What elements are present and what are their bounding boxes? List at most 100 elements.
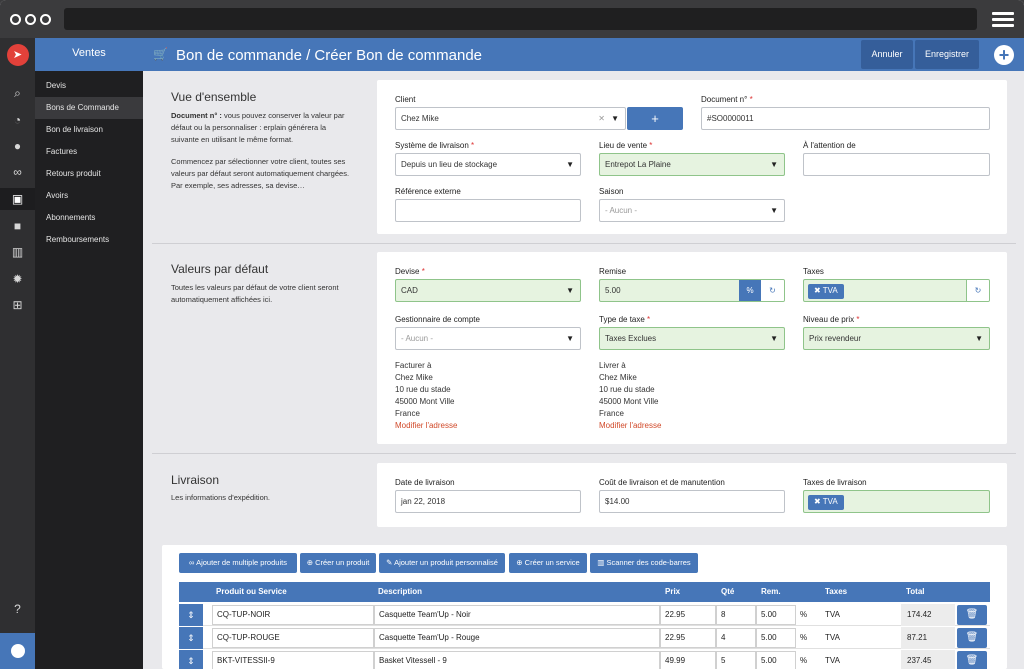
- sidebar-item-bon-de-livraison[interactable]: Bon de livraison: [35, 119, 143, 141]
- cart-icon[interactable]: ▣: [0, 188, 35, 210]
- help-icon[interactable]: ?: [0, 598, 35, 620]
- shipping-cost-input[interactable]: $14.00: [599, 490, 785, 513]
- tax-type-label: Type de taxe *: [599, 315, 650, 324]
- cancel-button[interactable]: Annuler: [861, 40, 913, 69]
- delivery-date-input[interactable]: jan 22, 2018: [395, 490, 581, 513]
- price-input[interactable]: 22.95: [660, 605, 716, 625]
- refresh-icon[interactable]: ↻: [761, 280, 784, 301]
- price-input[interactable]: 22.95: [660, 628, 716, 648]
- chevron-down-icon: ▼: [611, 114, 619, 123]
- discount-input[interactable]: 5.00: [756, 651, 796, 669]
- billing-label: Facturer à: [395, 361, 432, 370]
- trash-icon[interactable]: 🗑: [957, 628, 987, 648]
- button-label: Créer un produit: [315, 558, 370, 567]
- account-manager-select[interactable]: - Aucun - ▼: [395, 327, 581, 350]
- add-multiple-products-button[interactable]: ∞ Ajouter de multiple produits: [179, 553, 297, 573]
- shipping-system-select[interactable]: Depuis un lieu de stockage ▼: [395, 153, 581, 176]
- quantity-input[interactable]: 5: [716, 651, 756, 669]
- description-input[interactable]: Casquette Team'Up - Rouge: [374, 628, 660, 648]
- document-number-input[interactable]: #SO0000011: [701, 107, 990, 130]
- users-icon[interactable]: ●: [0, 135, 35, 157]
- shipping-cost-label: Coût de livraison et de manutention: [599, 478, 725, 487]
- edit-shipping-address-link[interactable]: Modifier l'adresse: [599, 420, 661, 432]
- product-code-input[interactable]: BKT-VITESSII-9: [212, 651, 374, 669]
- sidebar-item-retours-produit[interactable]: Retours produit: [35, 163, 143, 185]
- window-close-button[interactable]: [10, 14, 21, 25]
- column-header: Produit ou Service: [216, 587, 287, 596]
- app-logo[interactable]: ➤: [0, 38, 35, 71]
- product-code-input[interactable]: CQ-TUP-NOIR: [212, 605, 374, 625]
- tax-type-select[interactable]: Taxes Exclues ▼: [599, 327, 785, 350]
- hamburger-menu-icon[interactable]: [992, 12, 1014, 27]
- window-minimize-button[interactable]: [25, 14, 36, 25]
- price-input[interactable]: 49.99: [660, 651, 716, 669]
- shipping-label: Livrer à: [599, 361, 626, 370]
- external-ref-input[interactable]: [395, 199, 581, 222]
- edit-billing-address-link[interactable]: Modifier l'adresse: [395, 420, 457, 432]
- gear-icon[interactable]: ✹: [0, 268, 35, 290]
- window-maximize-button[interactable]: [40, 14, 51, 25]
- chart-icon[interactable]: ▥: [0, 241, 35, 263]
- sale-place-select[interactable]: Entrepot La Plaine ▼: [599, 153, 785, 176]
- dashboard-icon[interactable]: ◔: [0, 109, 35, 131]
- sidebar-item-abonnements[interactable]: Abonnements: [35, 207, 143, 229]
- drag-handle-icon[interactable]: ⇕: [179, 604, 203, 626]
- clear-icon[interactable]: ✕: [598, 108, 605, 129]
- client-select[interactable]: Chez Mike ✕ ▼: [395, 107, 626, 130]
- bikes-icon[interactable]: ∞: [0, 161, 35, 183]
- add-client-button[interactable]: +: [627, 107, 683, 130]
- price-level-select[interactable]: Prix revendeur ▼: [803, 327, 990, 350]
- create-service-button[interactable]: ⊕ Créer un service: [509, 553, 587, 573]
- shipping-system-label: Système de livraison *: [395, 141, 474, 150]
- season-select[interactable]: - Aucun - ▼: [599, 199, 785, 222]
- currency-label-text: Devise: [395, 267, 420, 276]
- drag-handle-icon[interactable]: ⇕: [179, 627, 203, 649]
- sidebar-item-factures[interactable]: Factures: [35, 141, 143, 163]
- taxes-label: Taxes: [803, 267, 824, 276]
- trash-icon[interactable]: 🗑: [957, 605, 987, 625]
- create-product-button[interactable]: ⊕ Créer un produit: [300, 553, 376, 573]
- trash-icon[interactable]: 🗑: [957, 651, 987, 669]
- discount-value: 5.00: [605, 286, 621, 295]
- currency-select[interactable]: CAD ▼: [395, 279, 581, 302]
- sidebar-item-devis[interactable]: Devis: [35, 75, 143, 97]
- drag-handle-icon[interactable]: ⇕: [179, 650, 203, 669]
- sidebar-item-bons-de-commande[interactable]: Bons de Commande: [35, 97, 143, 119]
- discount-input[interactable]: 5.00: [756, 628, 796, 648]
- attention-input[interactable]: [803, 153, 990, 176]
- search-icon[interactable]: ⌕: [0, 82, 35, 104]
- shipping-tax-select[interactable]: ✖ TVA: [803, 490, 990, 513]
- address-bar[interactable]: [64, 8, 977, 30]
- discount-input[interactable]: 5.00: [756, 605, 796, 625]
- client-label: Client: [395, 95, 416, 104]
- sitemap-icon[interactable]: ⊞: [0, 294, 35, 316]
- refresh-icon[interactable]: ↻: [966, 280, 989, 301]
- add-icon[interactable]: +: [994, 45, 1014, 65]
- taxes-select[interactable]: ✖ TVA ↻: [803, 279, 990, 302]
- shipping-system-value: Depuis un lieu de stockage: [401, 160, 498, 169]
- add-custom-product-button[interactable]: ✎ Ajouter un produit personnalisé: [379, 553, 505, 573]
- quantity-input[interactable]: 4: [716, 628, 756, 648]
- tag-remove-icon[interactable]: ✖: [814, 286, 821, 295]
- tax-tag[interactable]: ✖ TVA: [808, 284, 844, 299]
- description-input[interactable]: Casquette Team'Up - Noir: [374, 605, 660, 625]
- quantity-input[interactable]: 8: [716, 605, 756, 625]
- sidebar-item-remboursements[interactable]: Remboursements: [35, 229, 143, 251]
- scan-barcodes-button[interactable]: ▥ Scanner des code-barres: [590, 553, 698, 573]
- table-row: ⇕ CQ-TUP-NOIR Casquette Team'Up - Noir 2…: [179, 604, 990, 626]
- percent-unit[interactable]: %: [739, 280, 761, 301]
- truck-icon[interactable]: ■: [0, 215, 35, 237]
- description-input[interactable]: Basket Vitessell - 9: [374, 651, 660, 669]
- discount-input[interactable]: 5.00 % ↻: [599, 279, 785, 302]
- shipping-line: France: [599, 409, 624, 418]
- tag-remove-icon[interactable]: ✖: [814, 497, 821, 506]
- save-button[interactable]: Enregistrer: [915, 40, 979, 69]
- shipping-line: Chez Mike: [599, 373, 637, 382]
- season-label: Saison: [599, 187, 624, 196]
- chevron-down-icon: ▼: [770, 160, 778, 169]
- user-avatar-button[interactable]: [0, 633, 35, 669]
- delivery-date-label: Date de livraison: [395, 478, 455, 487]
- product-code-input[interactable]: CQ-TUP-ROUGE: [212, 628, 374, 648]
- sidebar-item-avoirs[interactable]: Avoirs: [35, 185, 143, 207]
- tax-tag[interactable]: ✖ TVA: [808, 495, 844, 510]
